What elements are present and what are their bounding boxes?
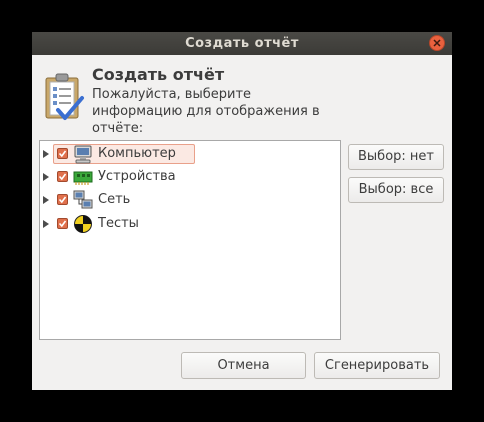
header-description: Пожалуйста, выберите информацию для отоб… xyxy=(92,87,320,136)
tree-label-benchmarks: Тесты xyxy=(98,216,139,231)
tree-row-computer[interactable]: Компьютер xyxy=(40,143,340,165)
checkmark-icon xyxy=(58,220,67,228)
checkbox-devices[interactable] xyxy=(57,171,68,182)
close-icon xyxy=(433,39,441,47)
devices-icon xyxy=(73,171,93,185)
select-none-button[interactable]: Выбор: нет xyxy=(348,144,444,170)
benchmarks-icon xyxy=(74,215,92,233)
title-bar[interactable]: Создать отчёт xyxy=(32,32,452,55)
expander-arrow-icon[interactable] xyxy=(42,172,50,182)
tree-label-network: Сеть xyxy=(98,192,131,207)
checkmark-icon xyxy=(58,196,67,204)
cancel-button[interactable]: Отмена xyxy=(181,352,306,379)
checkmark-icon xyxy=(58,150,67,158)
tree-row-devices[interactable]: Устройства xyxy=(40,166,340,188)
select-all-button[interactable]: Выбор: все xyxy=(348,177,444,203)
network-icon xyxy=(73,190,93,209)
tree-row-benchmarks[interactable]: Тесты xyxy=(40,213,340,235)
clipboard-report-icon xyxy=(45,73,84,120)
tree-label-computer: Компьютер xyxy=(98,146,176,161)
report-sections-tree[interactable]: Компьютер Устройства Сеть Тесты xyxy=(39,140,341,340)
checkbox-benchmarks[interactable] xyxy=(57,218,68,229)
window-title: Создать отчёт xyxy=(185,36,299,51)
expander-arrow-icon[interactable] xyxy=(42,219,50,229)
tree-row-network[interactable]: Сеть xyxy=(40,189,340,211)
checkmark-icon xyxy=(58,173,67,181)
computer-icon xyxy=(74,145,92,164)
checkbox-computer[interactable] xyxy=(57,148,68,159)
report-dialog: Создать отчёт Создать отчёт Пожалуйста, … xyxy=(32,32,452,390)
close-button[interactable] xyxy=(429,35,445,51)
header-title: Создать отчёт xyxy=(92,65,225,84)
tree-label-devices: Устройства xyxy=(98,169,176,184)
generate-button[interactable]: Сгенерировать xyxy=(314,352,440,379)
expander-arrow-icon[interactable] xyxy=(42,195,50,205)
checkbox-network[interactable] xyxy=(57,194,68,205)
expander-arrow-icon[interactable] xyxy=(42,149,50,159)
